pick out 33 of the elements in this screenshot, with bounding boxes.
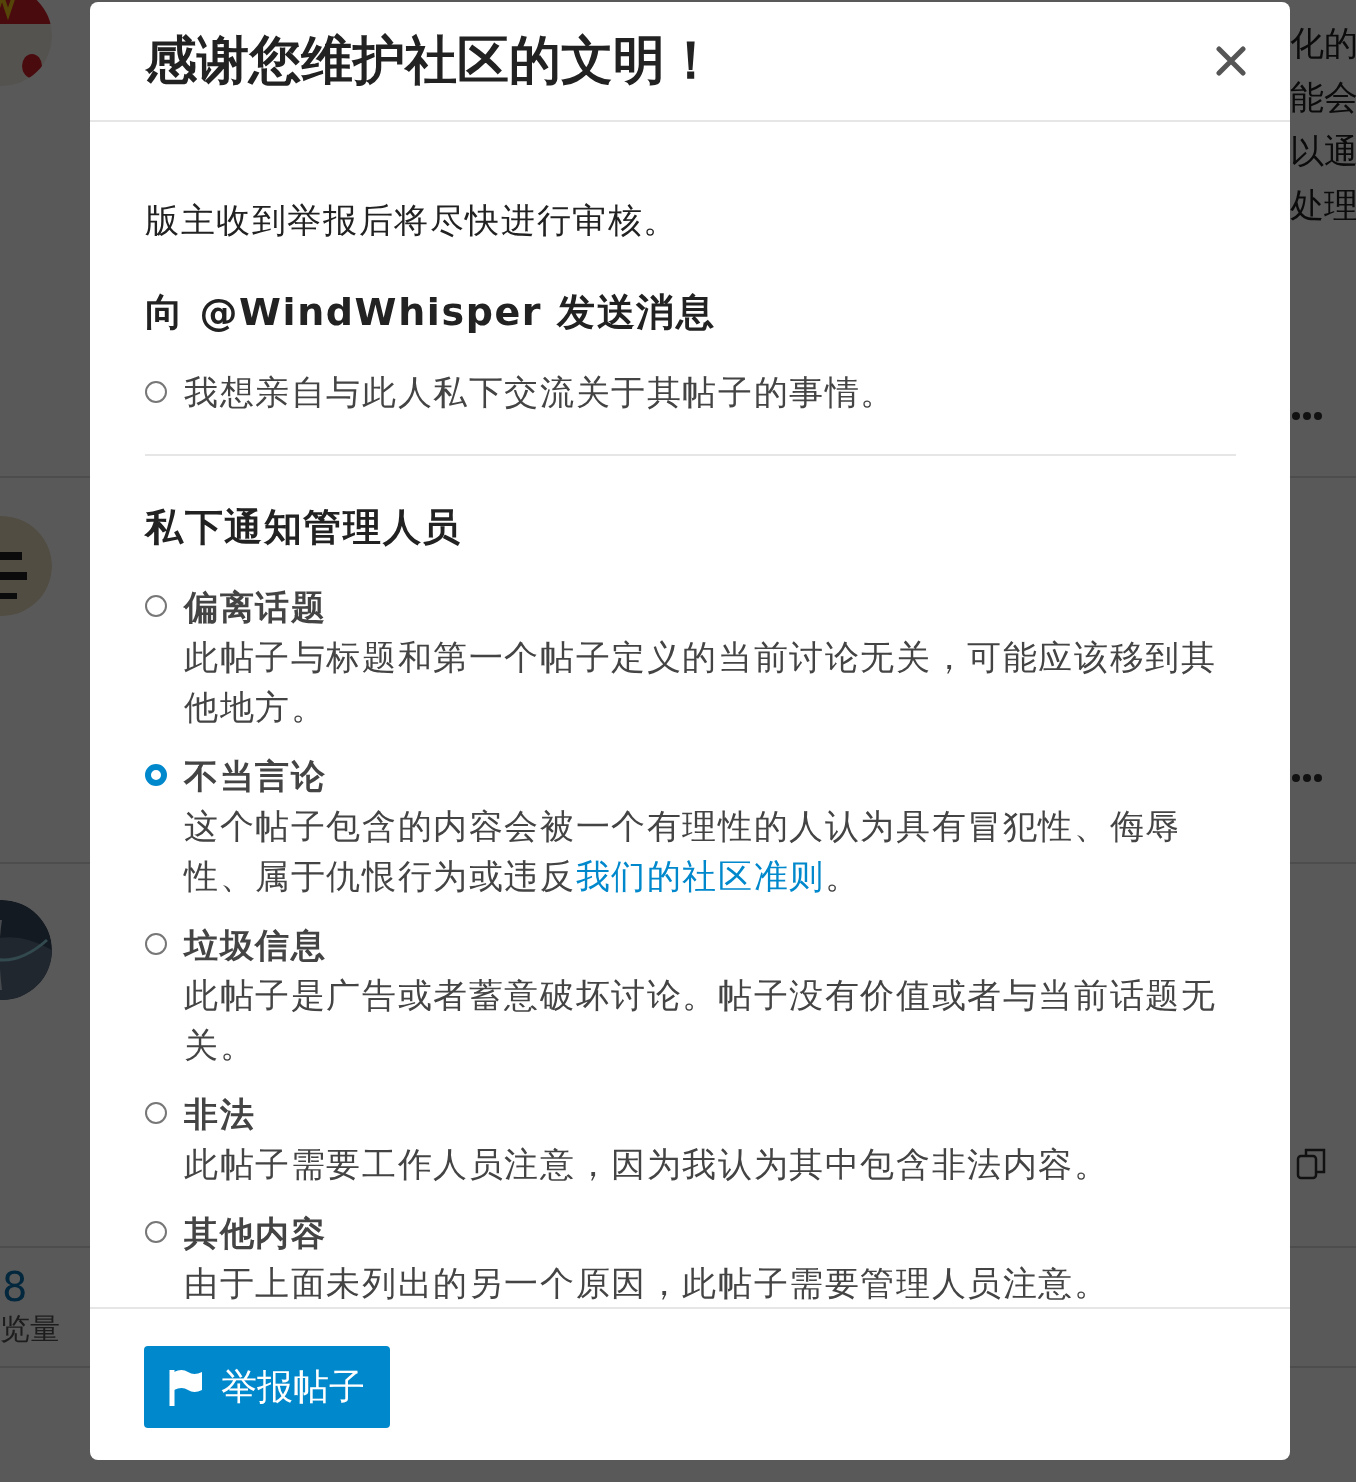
option-title: 不当言论: [184, 755, 328, 798]
copy-icon: [1296, 1146, 1326, 1180]
option-description: 这个帖子包含的内容会被一个有理性的人认为具有冒犯性、侮辱性、属于仇恨行为或违反我们的社区准则。: [184, 805, 1182, 898]
radio-button[interactable]: [145, 933, 167, 955]
dialog-title: 感谢您维护社区的文明！: [145, 29, 717, 92]
intro-text: 版主收到举报后将尽快进行审核。: [145, 199, 680, 242]
option-label: 我想亲自与此人私下交流关于其帖子的事情。: [184, 371, 896, 414]
close-icon: [1216, 46, 1246, 76]
radio-button[interactable]: [145, 595, 167, 617]
option-description: 由于上面未列出的另一个原因，此帖子需要管理人员注意。: [184, 1262, 1111, 1305]
option-description: 此帖子是广告或者蓄意破坏讨论。帖子没有价值或者与当前话题无关。: [184, 974, 1218, 1067]
guidelines-link[interactable]: 我们的社区准则: [575, 856, 825, 896]
option-title: 非法: [184, 1093, 257, 1136]
radio-button[interactable]: [145, 1221, 167, 1243]
option-description: 此帖子需要工作人员注意，因为我认为其中包含非法内容。: [184, 1143, 1111, 1186]
stat-label: 览量: [0, 1309, 60, 1348]
report-button[interactable]: 举报帖子: [144, 1346, 390, 1428]
close-button[interactable]: [1216, 46, 1246, 76]
radio-button[interactable]: [145, 764, 167, 786]
more-icon: [1292, 774, 1322, 782]
section-heading: 私下通知管理人员: [145, 504, 463, 551]
post-text: 化的: [1290, 22, 1356, 65]
section-heading: 向 @WindWhisper 发送消息: [145, 289, 717, 336]
stat-value: 8: [1, 1264, 28, 1309]
option-title: 偏离话题: [184, 586, 328, 629]
radio-button[interactable]: [145, 1102, 167, 1124]
flag-icon: [169, 1368, 203, 1406]
post-text: 以通: [1290, 130, 1356, 173]
option-title: 其他内容: [184, 1212, 328, 1255]
option-description: 此帖子与标题和第一个帖子定义的当前讨论无关，可能应该移到其他地方。: [184, 636, 1218, 729]
radio-button[interactable]: [145, 381, 167, 403]
more-icon: [1292, 412, 1322, 420]
option-title: 垃圾信息: [184, 924, 328, 967]
